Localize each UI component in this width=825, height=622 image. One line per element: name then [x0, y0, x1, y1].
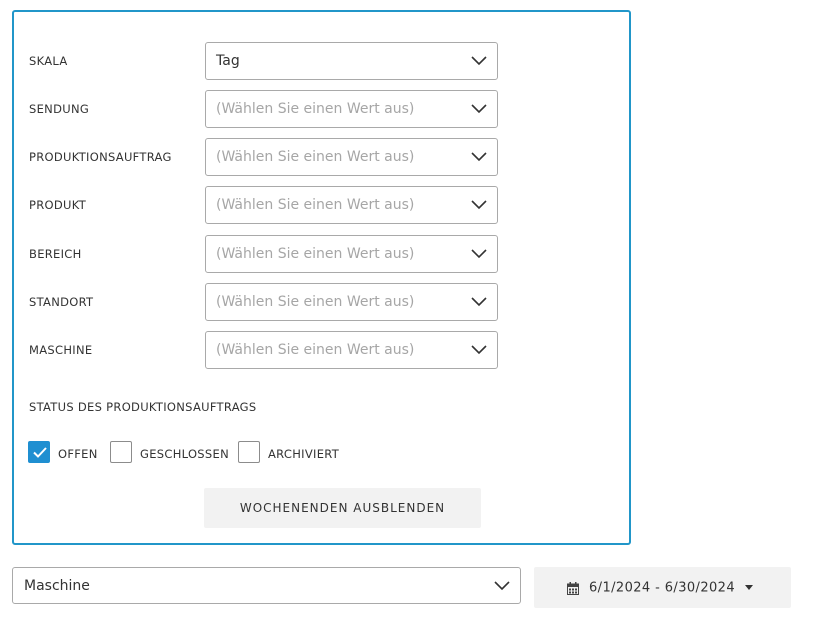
maschine-select[interactable]: (Wählen Sie einen Wert aus): [205, 331, 498, 369]
select-value: Tag: [216, 53, 240, 69]
select-placeholder: (Wählen Sie einen Wert aus): [216, 149, 415, 165]
select-placeholder: (Wählen Sie einen Wert aus): [216, 342, 415, 358]
chevron-down-icon: [494, 580, 510, 591]
checkbox-label: GESCHLOSSEN: [140, 447, 229, 461]
filter-panel: SKALA Tag SENDUNG (Wählen Sie einen Wert…: [12, 10, 631, 545]
select-value: Maschine: [24, 577, 90, 594]
geschlossen-checkbox[interactable]: [110, 441, 132, 463]
skala-select[interactable]: Tag: [205, 42, 498, 80]
calendar-icon: [567, 580, 579, 599]
filter-label: SKALA: [29, 54, 68, 68]
select-placeholder: (Wählen Sie einen Wert aus): [216, 197, 415, 213]
checkmark-icon: [33, 447, 47, 458]
archiviert-checkbox[interactable]: [238, 441, 260, 463]
filter-label: MASCHINE: [29, 343, 93, 357]
filter-row-skala: SKALA Tag: [14, 42, 629, 80]
chevron-down-icon: [471, 297, 487, 307]
chevron-down-icon: [471, 249, 487, 259]
bereich-select[interactable]: (Wählen Sie einen Wert aus): [205, 235, 498, 273]
chevron-down-icon: [471, 152, 487, 162]
status-section-label: STATUS DES PRODUKTIONSAUFTRAGS: [29, 400, 257, 414]
filter-label: SENDUNG: [29, 102, 90, 116]
hide-weekends-button[interactable]: WOCHENENDEN AUSBLENDEN: [204, 488, 481, 528]
caret-down-icon: [745, 585, 753, 590]
date-range-text: 6/1/2024 - 6/30/2024: [589, 580, 735, 595]
filter-label: PRODUKTIONSAUFTRAG: [29, 150, 172, 164]
produktionsauftrag-select[interactable]: (Wählen Sie einen Wert aus): [205, 138, 498, 176]
select-placeholder: (Wählen Sie einen Wert aus): [216, 294, 415, 310]
filter-row-bereich: BEREICH (Wählen Sie einen Wert aus): [14, 235, 629, 273]
checkbox-label: ARCHIVIERT: [268, 447, 340, 461]
filter-row-maschine: MASCHINE (Wählen Sie einen Wert aus): [14, 331, 629, 369]
chevron-down-icon: [471, 345, 487, 355]
filter-row-produkt: PRODUKT (Wählen Sie einen Wert aus): [14, 186, 629, 224]
filter-label: STANDORT: [29, 295, 94, 309]
standort-select[interactable]: (Wählen Sie einen Wert aus): [205, 283, 498, 321]
group-by-select[interactable]: Maschine: [12, 567, 521, 604]
checkbox-label: OFFEN: [58, 447, 98, 461]
select-placeholder: (Wählen Sie einen Wert aus): [216, 101, 415, 117]
produkt-select[interactable]: (Wählen Sie einen Wert aus): [205, 186, 498, 224]
filter-label: BEREICH: [29, 247, 82, 261]
filter-row-standort: STANDORT (Wählen Sie einen Wert aus): [14, 283, 629, 321]
chevron-down-icon: [471, 200, 487, 210]
chevron-down-icon: [471, 104, 487, 114]
offen-checkbox[interactable]: [28, 441, 50, 463]
chevron-down-icon: [471, 56, 487, 66]
filter-row-produktionsauftrag: PRODUKTIONSAUFTRAG (Wählen Sie einen Wer…: [14, 138, 629, 176]
select-placeholder: (Wählen Sie einen Wert aus): [216, 246, 415, 262]
filter-label: PRODUKT: [29, 198, 87, 212]
date-range-button[interactable]: 6/1/2024 - 6/30/2024: [534, 567, 791, 608]
filter-row-sendung: SENDUNG (Wählen Sie einen Wert aus): [14, 90, 629, 128]
sendung-select[interactable]: (Wählen Sie einen Wert aus): [205, 90, 498, 128]
